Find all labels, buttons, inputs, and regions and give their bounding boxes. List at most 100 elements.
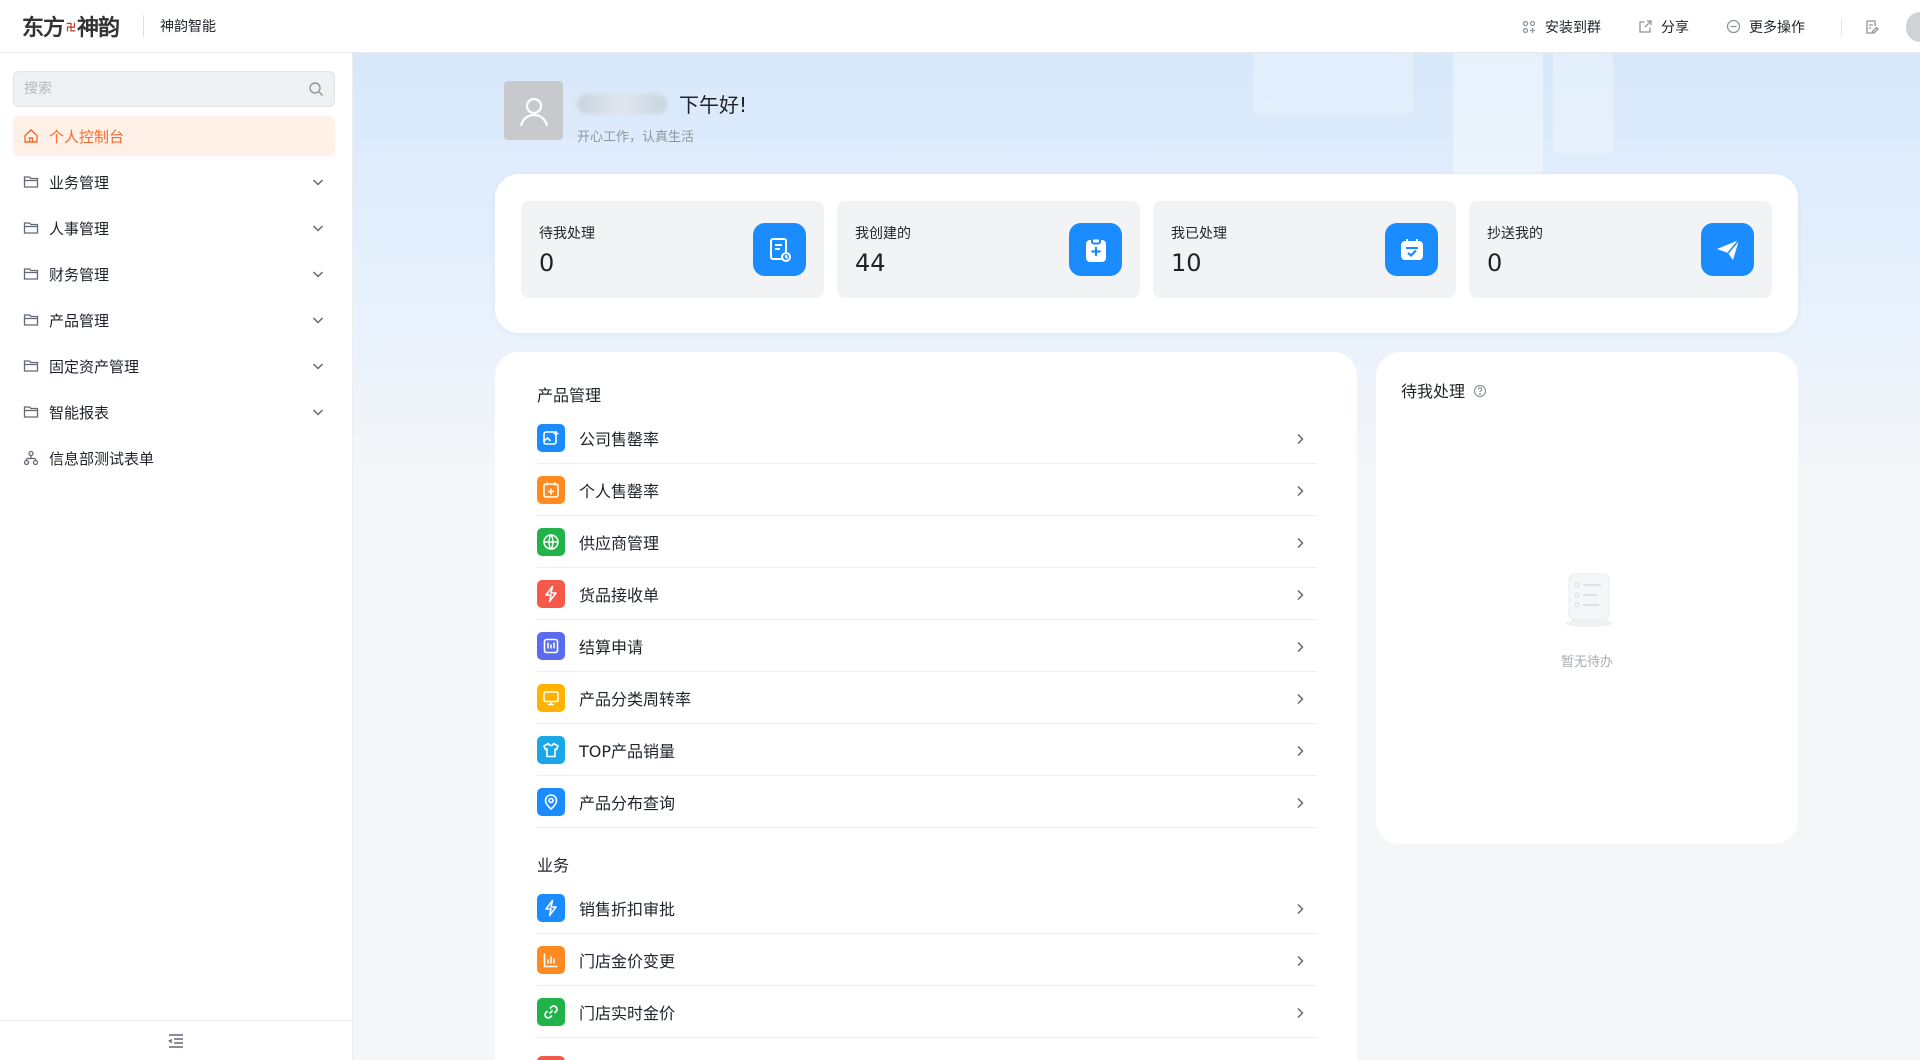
sidebar-item-label: 个人控制台 xyxy=(49,127,125,146)
list-item-store-gold-price-change[interactable]: 门店金价变更 xyxy=(537,934,1317,986)
sidebar-item-finance-management[interactable]: 财务管理 xyxy=(13,254,335,294)
list-item-product-category-turnover[interactable]: 产品分类周转率 xyxy=(537,672,1317,724)
chevron-right-icon xyxy=(1293,743,1307,757)
chevron-right-icon xyxy=(1293,639,1307,653)
help-icon[interactable] xyxy=(1473,383,1487,398)
list-item-store-live-gold-price[interactable]: 门店实时金价 xyxy=(537,986,1317,1038)
bar-chart-icon xyxy=(537,945,565,974)
handled-calendar-icon xyxy=(1385,223,1438,276)
install-to-group-button[interactable]: 安装到群 xyxy=(1521,17,1601,37)
empty-list-icon xyxy=(1565,573,1613,627)
list-item-supplier-management[interactable]: 供应商管理 xyxy=(537,516,1317,568)
list-item-label: 门店金价变更 xyxy=(579,951,676,971)
org-icon xyxy=(23,450,39,466)
user-avatar[interactable] xyxy=(1906,11,1920,42)
chevron-right-icon xyxy=(1293,691,1307,705)
sidebar-item-label: 业务管理 xyxy=(49,173,110,192)
chevron-right-icon xyxy=(1293,587,1307,601)
chevron-down-icon xyxy=(311,221,325,235)
more-icon xyxy=(1725,19,1741,35)
chevron-down-icon xyxy=(311,313,325,327)
more-actions-button[interactable]: 更多操作 xyxy=(1725,17,1805,37)
home-icon xyxy=(23,128,39,144)
logo-text-right: 神韵 xyxy=(77,15,120,41)
sidebar-item-it-test-form[interactable]: 信息部测试表单 xyxy=(13,438,335,478)
list-item-sales-discount-approval[interactable]: 销售折扣审批 xyxy=(537,882,1317,934)
folder-icon xyxy=(23,312,39,328)
folder-icon xyxy=(23,404,39,420)
greeting-subtitle: 开心工作，认真生活 xyxy=(577,130,695,145)
sidebar-item-smart-reports[interactable]: 智能报表 xyxy=(13,392,335,432)
sidebar-item-fixed-assets[interactable]: 固定资产管理 xyxy=(13,346,335,386)
edit-form-icon[interactable] xyxy=(1864,19,1880,35)
search-box xyxy=(13,71,335,107)
list-item-partial[interactable] xyxy=(537,1056,565,1060)
todo-title-text: 待我处理 xyxy=(1401,382,1466,401)
chevron-right-icon xyxy=(1293,953,1307,967)
list-item-label: 个人售罄率 xyxy=(579,481,660,501)
list-item-settlement-application[interactable]: 结算申请 xyxy=(537,620,1317,672)
chevron-right-icon xyxy=(1293,535,1307,549)
list-item-goods-receipt[interactable]: 货品接收单 xyxy=(537,568,1317,620)
background-decoration xyxy=(1553,53,1613,153)
list-item-top-product-sales[interactable]: TOP产品销量 xyxy=(537,724,1317,776)
stat-value: 0 xyxy=(1487,249,1503,277)
logo-text-left: 东方 xyxy=(22,15,65,41)
stat-label: 待我处理 xyxy=(539,226,595,242)
create-clipboard-icon xyxy=(1069,223,1122,276)
list-item-label: TOP产品销量 xyxy=(579,741,676,761)
share-button[interactable]: 分享 xyxy=(1637,17,1689,37)
greeting-text: 下午好! xyxy=(679,93,748,117)
chevron-right-icon xyxy=(1293,795,1307,809)
collapse-sidebar-icon[interactable] xyxy=(166,1031,186,1051)
chevron-down-icon xyxy=(311,267,325,281)
stat-handled-by-me[interactable]: 我已处理 10 xyxy=(1153,201,1456,298)
sidebar-item-label: 财务管理 xyxy=(49,265,110,284)
sidebar-item-label: 人事管理 xyxy=(49,219,110,238)
stat-created-by-me[interactable]: 我创建的 44 xyxy=(837,201,1140,298)
greeting-header: 下午好! 开心工作，认真生活 xyxy=(504,81,747,145)
stat-label: 抄送我的 xyxy=(1487,226,1543,242)
list-item-company-sellout-rate[interactable]: 公司售罄率 xyxy=(537,412,1317,464)
chevron-down-icon xyxy=(311,405,325,419)
folder-icon xyxy=(23,358,39,374)
todo-card: 待我处理 暂无待办 xyxy=(1376,352,1798,844)
chevron-right-icon xyxy=(1293,901,1307,915)
stat-label: 我创建的 xyxy=(855,226,911,242)
chevron-right-icon xyxy=(1293,431,1307,445)
monitor-icon xyxy=(537,683,565,712)
list-item-label: 公司售罄率 xyxy=(579,429,660,449)
stat-value: 44 xyxy=(855,249,886,277)
sidebar-footer xyxy=(0,1020,352,1060)
list-item-label: 产品分布查询 xyxy=(579,793,676,813)
list-item-personal-sellout-rate[interactable]: 个人售罄率 xyxy=(537,464,1317,516)
sidebar-item-personal-console[interactable]: 个人控制台 xyxy=(13,116,335,156)
search-input[interactable] xyxy=(24,81,308,97)
sidebar-item-label: 产品管理 xyxy=(49,311,110,330)
sidebar-item-business-management[interactable]: 业务管理 xyxy=(13,162,335,202)
section-title-business: 业务 xyxy=(537,856,570,875)
install-to-group-label: 安装到群 xyxy=(1545,19,1601,36)
stat-pending[interactable]: 待我处理 0 xyxy=(521,201,824,298)
sidebar-item-label: 信息部测试表单 xyxy=(49,449,155,468)
stats-card: 待我处理 0 我创建的 44 我已处理 10 抄送我的 0 xyxy=(495,174,1798,333)
link-icon xyxy=(537,997,565,1026)
stat-cc-to-me[interactable]: 抄送我的 0 xyxy=(1469,201,1772,298)
background-decoration xyxy=(1453,53,1543,173)
user-avatar-large xyxy=(504,81,563,140)
stat-value: 10 xyxy=(1171,249,1202,277)
list-item-label: 门店实时金价 xyxy=(579,1003,676,1023)
sidebar-item-product-management[interactable]: 产品管理 xyxy=(13,300,335,340)
search-icon[interactable] xyxy=(308,81,324,97)
lightning-icon xyxy=(537,893,565,922)
sidebar-nav: 个人控制台 业务管理 人事管理 财务管理 产品管理 固定资产管理 智能报表 信息… xyxy=(13,116,335,484)
book-icon xyxy=(537,631,565,660)
logo-text-mid: 卍 xyxy=(66,22,76,34)
chevron-down-icon xyxy=(311,175,325,189)
app-list-card: 产品管理 公司售罄率 个人售罄率 供应商管理 货品接收单 结算申请 产品分类周转… xyxy=(495,352,1357,1060)
list-item-product-distribution-query[interactable]: 产品分布查询 xyxy=(537,776,1317,828)
app-logo[interactable]: 东方 卍 神韵 xyxy=(22,10,120,42)
send-plane-icon xyxy=(1701,223,1754,276)
folder-icon xyxy=(23,174,39,190)
sidebar-item-hr-management[interactable]: 人事管理 xyxy=(13,208,335,248)
